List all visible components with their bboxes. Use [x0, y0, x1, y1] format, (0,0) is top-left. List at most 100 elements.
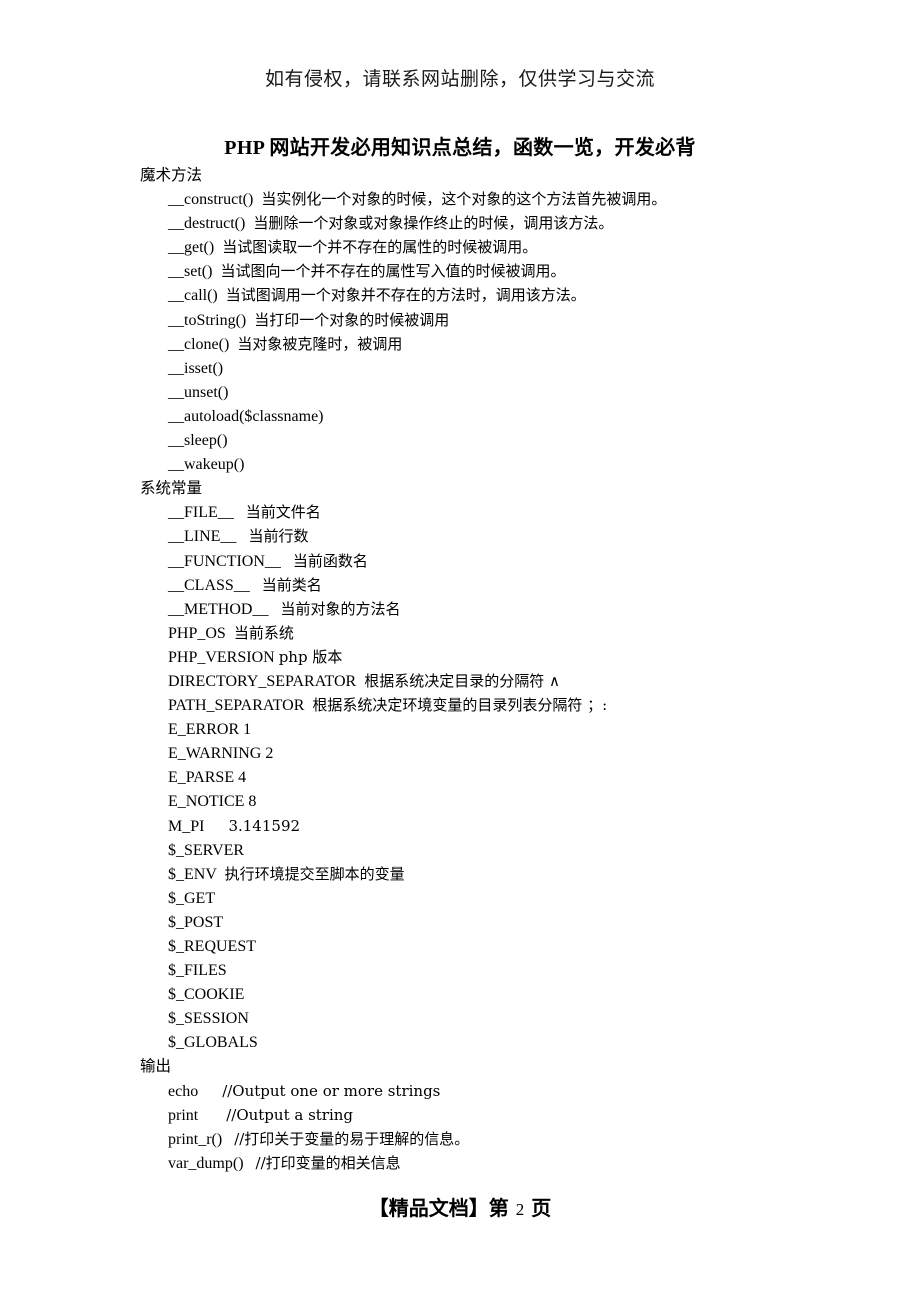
list-item: __unset() — [0, 380, 920, 404]
list-item: __autoload($classname) — [0, 404, 920, 428]
item-term: __set() — [168, 263, 213, 281]
item-term: __clone() — [168, 335, 230, 353]
list-item: print_r() //打印关于变量的易于理解的信息。 — [0, 1127, 920, 1151]
list-item: __get() 当试图读取一个并不存在的属性的时候被调用。 — [0, 235, 920, 259]
item-spacer — [198, 1083, 222, 1100]
item-description: 当试图调用一个对象并不存在的方法时，调用该方法。 — [225, 286, 586, 305]
section-item-list: __FILE__ 当前文件名 __LINE__ 当前行数 __FUNCTION__ … — [0, 500, 920, 1054]
list-item: __set() 当试图向一个并不存在的属性写入值的时候被调用。 — [0, 259, 920, 283]
item-term: print_r() — [168, 1130, 223, 1148]
item-term: PHP_OS — [168, 624, 226, 642]
list-item: __isset() — [0, 356, 920, 380]
item-term: __LINE__ — [168, 528, 237, 546]
item-term: __wakeup() — [168, 456, 245, 474]
item-description: //打印关于变量的易于理解的信息。 — [234, 1129, 470, 1148]
item-term: $_REQUEST — [168, 938, 256, 955]
item-description: //Output one or more strings — [222, 1081, 441, 1100]
item-term: $_SESSION — [168, 1010, 249, 1028]
item-term: $_COOKIE — [168, 986, 245, 1004]
content-section: 魔术方法 __construct() 当实例化一个对象的时候，这个对象的这个方法首… — [0, 163, 920, 476]
item-term: print — [168, 1106, 199, 1124]
item-description: 当前文件名 — [245, 503, 321, 522]
list-item: echo //Output one or more strings — [0, 1079, 920, 1103]
item-term: __FUNCTION__ — [168, 552, 281, 570]
item-spacer — [250, 577, 262, 594]
item-spacer — [217, 866, 225, 883]
item-description: 执行环境提交至脚本的变量 — [224, 864, 405, 883]
item-term: __CLASS__ — [168, 576, 250, 594]
item-term: $_POST — [168, 913, 224, 931]
item-term: echo — [168, 1082, 199, 1100]
item-description: 当试图向一个并不存在的属性写入值的时候被调用。 — [220, 262, 566, 281]
list-item: __LINE__ 当前行数 — [0, 524, 920, 548]
list-item: PHP_OS 当前系统 — [0, 621, 920, 645]
list-item: M_PI 3.141592 — [0, 814, 920, 838]
item-term: __toString() — [168, 311, 247, 329]
copyright-watermark-notice: 如有侵权，请联系网站删除，仅供学习与交流 — [264, 68, 655, 90]
content-section: 输出 echo //Output one or more strings print… — [0, 1054, 920, 1174]
list-item: __toString() 当打印一个对象的时候被调用 — [0, 308, 920, 332]
item-term: PATH_SEPARATOR — [168, 697, 305, 715]
item-term: __unset() — [168, 383, 229, 401]
list-item: __FUNCTION__ 当前函数名 — [0, 549, 920, 573]
item-spacer — [226, 625, 234, 642]
list-item: print //Output a string — [0, 1103, 920, 1127]
item-term: E_ERROR 1 — [168, 721, 252, 739]
list-item: __call() 当试图调用一个对象并不存在的方法时，调用该方法。 — [0, 283, 920, 307]
item-term: __METHOD__ — [168, 600, 269, 618]
section-heading: 系统常量 — [140, 479, 203, 498]
item-description: php 版本 — [278, 647, 343, 666]
item-term: DIRECTORY_SEPARATOR — [168, 672, 357, 690]
item-term: E_PARSE 4 — [168, 769, 247, 787]
list-item: $_FILES — [0, 958, 920, 982]
list-item: __construct() 当实例化一个对象的时候，这个对象的这个方法首先被调用… — [0, 187, 920, 211]
item-spacer — [218, 287, 226, 304]
list-item: DIRECTORY_SEPARATOR 根据系统决定目录的分隔符 ∧ — [0, 669, 920, 693]
item-spacer — [234, 504, 246, 521]
item-term: PHP_VERSION — [168, 648, 275, 666]
page-title: PHP 网站开发必用知识点总结，函数一览，开发必背 — [224, 137, 696, 160]
item-term: M_PI — [168, 817, 205, 835]
list-item: $_POST — [0, 910, 920, 934]
list-item: $_ENV 执行环境提交至脚本的变量 — [0, 862, 920, 886]
footer-suffix: 页 — [531, 1196, 552, 1220]
item-term: $_FILES — [168, 962, 227, 980]
list-item: __destruct() 当删除一个对象或对象操作终止的时候，调用该方法。 — [0, 211, 920, 235]
list-item: E_NOTICE 8 — [0, 789, 920, 813]
item-description: 当对象被克隆时，被调用 — [237, 334, 403, 353]
item-description: 当前行数 — [248, 527, 309, 546]
list-item: PHP_VERSION php 版本 — [0, 645, 920, 669]
item-description: 根据系统决定目录的分隔符 ∧ — [364, 671, 560, 690]
item-term: __construct() — [168, 191, 254, 209]
item-term: __get() — [168, 239, 215, 257]
item-description: 当实例化一个对象的时候，这个对象的这个方法首先被调用。 — [261, 190, 667, 209]
item-description: 当前函数名 — [292, 551, 368, 570]
item-description: 当删除一个对象或对象操作终止的时候，调用该方法。 — [253, 214, 614, 233]
item-spacer — [236, 528, 248, 545]
list-item: $_GET — [0, 886, 920, 910]
item-description: //打印变量的相关信息 — [255, 1153, 401, 1172]
list-item: __METHOD__ 当前对象的方法名 — [0, 597, 920, 621]
document-page: 如有侵权，请联系网站删除，仅供学习与交流 PHP 网站开发必用知识点总结，函数一… — [0, 0, 920, 1302]
item-description: 当打印一个对象的时候被调用 — [254, 310, 450, 329]
list-item: E_WARNING 2 — [0, 741, 920, 765]
item-term: __call() — [168, 287, 218, 305]
item-term: E_NOTICE 8 — [168, 793, 257, 811]
footer-page-number: 2 — [515, 1200, 525, 1219]
item-description: 3.141592 — [228, 816, 301, 835]
item-term: E_WARNING 2 — [168, 745, 274, 763]
list-item: __clone() 当对象被克隆时，被调用 — [0, 332, 920, 356]
item-term: __sleep() — [168, 432, 228, 450]
item-term: $_ENV — [168, 865, 217, 883]
item-term: $_GLOBALS — [168, 1034, 258, 1052]
item-description: 当试图读取一个并不存在的属性的时候被调用。 — [222, 238, 538, 257]
list-item: $_SESSION — [0, 1006, 920, 1030]
item-description: 当前对象的方法名 — [280, 599, 401, 618]
item-term: __destruct() — [168, 215, 246, 233]
footer-prefix: 【精品文档】第 — [368, 1196, 509, 1220]
list-item: __wakeup() — [0, 452, 920, 476]
item-spacer — [198, 1107, 226, 1124]
item-term: $_SERVER — [168, 841, 245, 859]
item-description: 当前系统 — [233, 623, 294, 642]
item-description: //Output a string — [226, 1105, 354, 1124]
